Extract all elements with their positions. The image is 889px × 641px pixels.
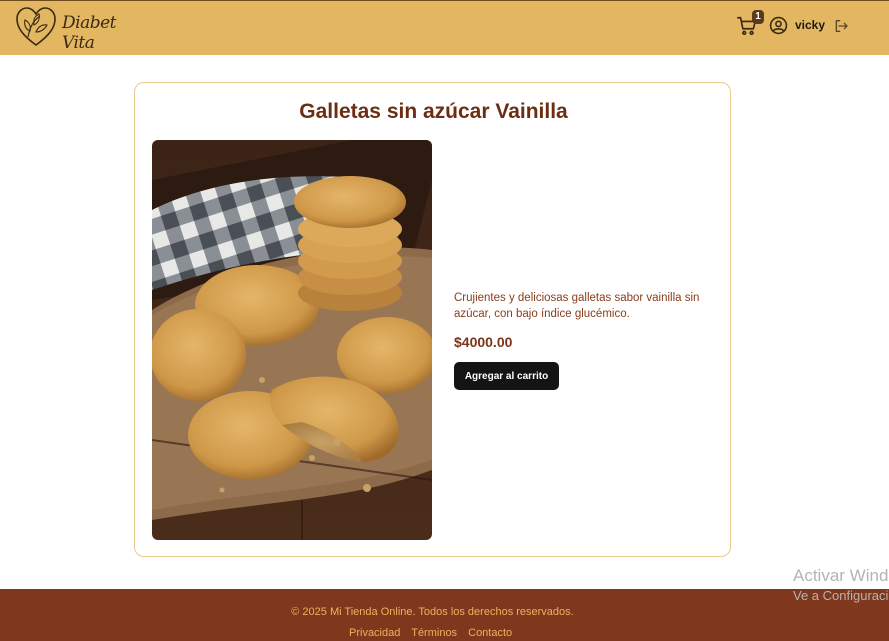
- heart-leaf-icon: [16, 7, 56, 46]
- watermark-subtitle: Ve a Configuración: [793, 588, 889, 603]
- top-navbar: Diabet Vita 1 vicky: [0, 0, 889, 55]
- product-description: Crujientes y deliciosas galletas sabor v…: [454, 292, 700, 320]
- footer-link-terminos[interactable]: Términos: [411, 627, 457, 639]
- cart-count-badge: 1: [752, 10, 764, 24]
- logo-text: Diabet Vita: [62, 13, 116, 53]
- page: Diabet Vita 1 vicky Galletas sin azúcar …: [0, 0, 889, 641]
- user-circle-icon[interactable]: [769, 16, 788, 35]
- logo[interactable]: Diabet Vita: [14, 5, 134, 53]
- windows-activation-watermark: Activar Windows Ve a Configuración: [793, 566, 889, 603]
- footer: © 2025 Mi Tienda Online. Todos los derec…: [0, 589, 889, 641]
- username-label[interactable]: vicky: [795, 18, 825, 32]
- product-card: Galletas sin azúcar Vainilla Crujientes …: [134, 82, 731, 557]
- product-image: [152, 140, 432, 540]
- footer-links: Privacidad Términos Contacto: [349, 627, 520, 639]
- footer-link-contacto[interactable]: Contacto: [468, 627, 512, 639]
- product-price: $4000.00: [454, 334, 513, 350]
- watermark-title: Activar Windows: [793, 566, 889, 585]
- footer-link-privacidad[interactable]: Privacidad: [349, 627, 400, 639]
- copyright-text: © 2025 Mi Tienda Online. Todos los derec…: [291, 606, 574, 618]
- add-to-cart-button[interactable]: Agregar al carrito: [454, 362, 559, 390]
- logout-icon[interactable]: [833, 18, 849, 34]
- product-title: Galletas sin azúcar Vainilla: [299, 100, 568, 123]
